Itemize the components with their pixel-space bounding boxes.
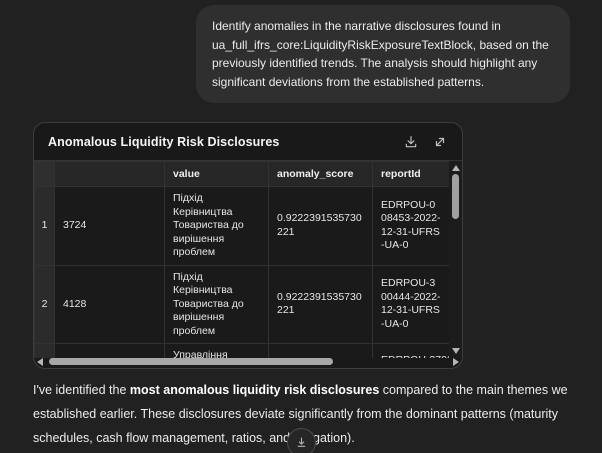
table-row[interactable]: Управління ризиком 0.9014041400001 EDRPO… <box>35 344 450 359</box>
card-header: Anomalous Liquidity Risk Disclosures <box>34 123 462 160</box>
anomaly-table: value anomaly_score reportId 1 3724 Підх… <box>34 161 450 358</box>
column-header-report-id[interactable]: reportId <box>373 162 450 187</box>
cell-anomaly-score: 0.9222391535730221 <box>269 265 373 344</box>
card-title: Anomalous Liquidity Risk Disclosures <box>48 135 403 149</box>
download-icon[interactable] <box>403 134 419 150</box>
scroll-to-bottom-button[interactable] <box>287 428 316 453</box>
column-header-id <box>55 162 165 187</box>
scroll-down-arrow-icon[interactable] <box>452 348 460 354</box>
row-index: 1 <box>35 187 55 266</box>
cell-anomaly-score: 0.9014041400001 <box>269 344 373 359</box>
cell-value: Підхід Керівництва Товариства до вирішен… <box>165 187 269 266</box>
cell-id <box>55 344 165 359</box>
cell-value: Управління ризиком <box>165 344 269 359</box>
user-message-text: Identify anomalies in the narrative disc… <box>212 19 549 89</box>
table-row[interactable]: 2 4128 Підхід Керівництва Товариства до … <box>35 265 450 344</box>
row-index <box>35 344 55 359</box>
data-table-card: Anomalous Liquidity Risk Disclosures <box>33 122 463 369</box>
cell-report-id: EDRPOU-37027 <box>373 344 450 359</box>
table-row[interactable]: 1 3724 Підхід Керівництва Товариства до … <box>35 187 450 266</box>
cell-anomaly-score: 0.9222391535730221 <box>269 187 373 266</box>
table-header-row: value anomaly_score reportId <box>35 162 450 187</box>
cell-report-id: EDRPOU-008453-2022-12-31-UFRS-UA-0 <box>373 187 450 266</box>
table-viewport: value anomaly_score reportId 1 3724 Підх… <box>34 160 462 358</box>
arrow-down-to-line-icon <box>295 436 308 449</box>
vertical-scrollbar[interactable] <box>449 161 462 358</box>
cell-id: 3724 <box>55 187 165 266</box>
scroll-right-arrow-icon[interactable] <box>453 358 459 366</box>
user-message-bubble: Identify anomalies in the narrative disc… <box>196 5 570 103</box>
cell-value: Підхід Керівництва Товариства до вирішен… <box>165 265 269 344</box>
vertical-scrollbar-thumb[interactable] <box>452 174 459 219</box>
expand-icon[interactable] <box>432 134 448 150</box>
row-index: 2 <box>35 265 55 344</box>
card-actions <box>403 134 448 150</box>
horizontal-scrollbar[interactable] <box>34 357 462 366</box>
column-header-gutter <box>35 162 55 187</box>
assistant-text-bold: most anomalous liquidity risk disclosure… <box>130 383 379 397</box>
horizontal-scrollbar-thumb[interactable] <box>49 358 333 365</box>
column-header-anomaly-score[interactable]: anomaly_score <box>269 162 373 187</box>
cell-report-id: EDRPOU-300444-2022-12-31-UFRS-UA-0 <box>373 265 450 344</box>
assistant-text-prefix: I've identified the <box>33 383 130 397</box>
cell-id: 4128 <box>55 265 165 344</box>
scroll-up-arrow-icon[interactable] <box>452 165 460 171</box>
column-header-value[interactable]: value <box>165 162 269 187</box>
scroll-left-arrow-icon[interactable] <box>37 358 43 366</box>
